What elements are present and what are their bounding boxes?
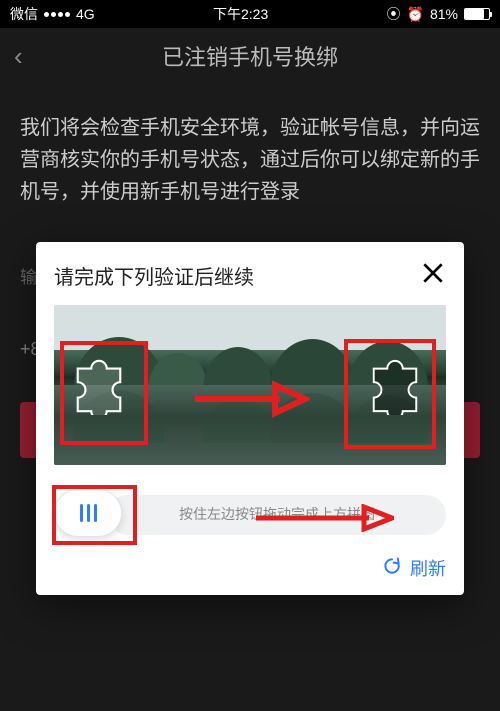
page-description: 我们将会检查手机安全环境，验证帐号信息，并向运营商核实你的手机号状态，通过后你可… [0,84,500,208]
battery-pct: 81% [430,6,458,22]
status-bar: 微信 4G 下午2:23 ⦿ ⏰ 81% [0,0,500,28]
clock-label: 下午2:23 [213,4,268,24]
refresh-button[interactable]: 刷新 [54,555,446,581]
annotation-box-handle [52,485,137,545]
captcha-image[interactable] [54,305,446,465]
carrier-label: 微信 [10,4,38,24]
captcha-slider[interactable]: 按住左边按钮拖动完成上方拼图 [54,489,446,539]
battery-icon [464,8,490,20]
network-label: 4G [76,6,95,22]
status-left: 微信 4G [10,4,95,24]
annotation-box-source [60,341,148,445]
nav-bar: ‹ 已注销手机号换绑 [0,28,500,84]
annotation-box-target [344,339,436,449]
refresh-icon [382,556,402,581]
captcha-title: 请完成下列验证后继续 [54,261,254,290]
back-button[interactable]: ‹ [14,41,23,72]
signal-icon [44,12,70,17]
close-button[interactable] [420,260,446,291]
close-icon [420,260,446,286]
page-title: 已注销手机号换绑 [0,40,500,72]
alarm-icon: ⏰ [407,6,424,23]
captcha-modal: 请完成下列验证后继续 [36,242,464,595]
location-icon: ⦿ [387,4,401,24]
refresh-label: 刷新 [410,555,446,581]
annotation-arrow-slider [254,504,394,537]
annotation-arrow-image [190,379,310,424]
status-right: ⦿ ⏰ 81% [387,4,490,24]
